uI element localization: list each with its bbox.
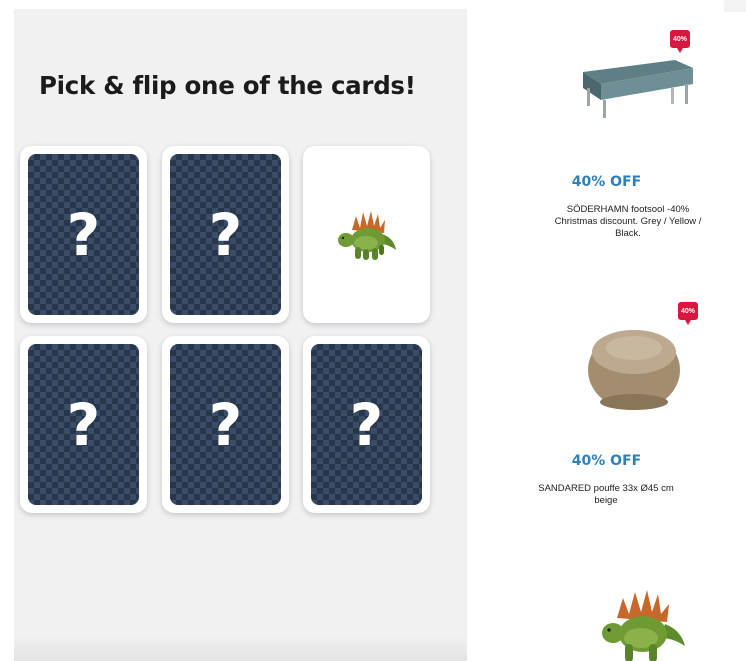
- offer-discount-label: 40% OFF: [571, 453, 642, 469]
- card-face: [303, 146, 430, 323]
- discount-badge: 40%: [678, 302, 698, 325]
- card-back-pattern: ?: [28, 344, 139, 505]
- page: Pick & flip one of the cards! ? ? ? ? ? …: [0, 0, 746, 661]
- bottom-fade: [14, 635, 467, 661]
- card-back-pattern: ?: [170, 154, 281, 315]
- game-title: Pick & flip one of the cards!: [39, 71, 416, 100]
- footstool-icon: [583, 60, 693, 118]
- question-mark-icon: ?: [66, 390, 101, 459]
- question-mark-icon: ?: [349, 390, 384, 459]
- plush-dinosaur-toy-icon: [602, 590, 685, 661]
- card-back-pattern: ?: [28, 154, 139, 315]
- plush-dinosaur-toy-icon: [337, 210, 396, 260]
- memory-card-4[interactable]: ?: [20, 336, 147, 513]
- offer-description: SÖDERHAMN footsool -40% Christmas discou…: [554, 204, 702, 239]
- offer-discount-label: 40% OFF: [571, 174, 642, 190]
- discount-badge: 40%: [670, 30, 690, 53]
- question-mark-icon: ?: [208, 390, 243, 459]
- question-mark-icon: ?: [66, 200, 101, 269]
- memory-card-6[interactable]: ?: [303, 336, 430, 513]
- corner-mark: [724, 0, 746, 12]
- card-back-pattern: ?: [311, 344, 422, 505]
- memory-card-3-flipped[interactable]: [303, 146, 430, 323]
- memory-card-1[interactable]: ?: [20, 146, 147, 323]
- offer-description: SANDARED pouffe 33x Ø45 cm beige: [538, 483, 674, 506]
- card-back-pattern: ?: [170, 344, 281, 505]
- memory-card-5[interactable]: ?: [162, 336, 289, 513]
- question-mark-icon: ?: [208, 200, 243, 269]
- memory-card-2[interactable]: ?: [162, 146, 289, 323]
- pouffe-icon: [588, 330, 680, 410]
- offers-column: 40% 40% OFF SÖDERHAMN footsool -40% Chri…: [467, 0, 746, 661]
- memory-game-panel: Pick & flip one of the cards! ? ? ? ? ?: [14, 9, 467, 661]
